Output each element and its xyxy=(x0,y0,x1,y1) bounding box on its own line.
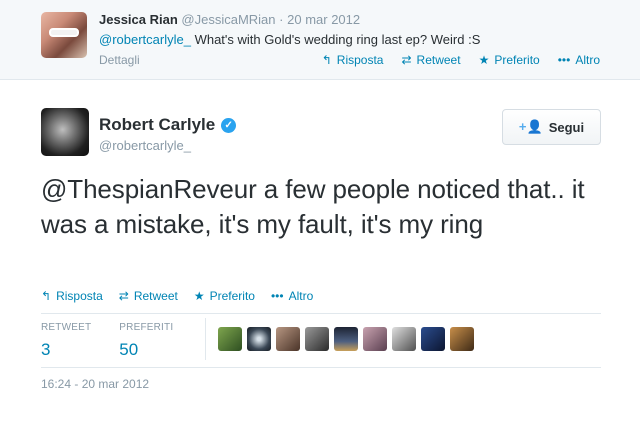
add-user-icon: +👤 xyxy=(518,119,543,134)
reply-button[interactable]: ↰ Risposta xyxy=(322,53,384,67)
divider xyxy=(41,313,601,314)
tweet-timestamp[interactable]: 16:24 - 20 mar 2012 xyxy=(41,377,149,391)
more-label: Altro xyxy=(288,289,314,303)
follow-button[interactable]: +👤 Segui xyxy=(502,109,601,145)
more-icon: ••• xyxy=(557,53,571,67)
favoriter-avatar[interactable] xyxy=(247,327,271,351)
avatar[interactable] xyxy=(41,12,87,58)
reply-date[interactable]: 20 mar 2012 xyxy=(287,12,360,27)
retweet-button[interactable]: ⇄ Retweet xyxy=(119,289,178,303)
retweet-icon: ⇄ xyxy=(401,53,412,67)
reply-icon: ↰ xyxy=(321,53,332,67)
main-author-handle[interactable]: @robertcarlyle_ xyxy=(99,138,191,153)
reply-author-handle[interactable]: @JessicaMRian xyxy=(181,12,275,27)
favoriter-avatar[interactable] xyxy=(334,327,358,351)
favoriter-avatar[interactable] xyxy=(276,327,300,351)
retweet-stat[interactable]: RETWEET 3 xyxy=(41,322,91,360)
favoriter-avatars xyxy=(218,327,474,351)
verified-badge-icon: ✓ xyxy=(221,117,237,133)
main-author-row: Robert Carlyle ✓ xyxy=(99,115,237,135)
reply-label: Risposta xyxy=(56,289,103,303)
favoriter-avatar[interactable] xyxy=(421,327,445,351)
favorite-button[interactable]: ★ Preferito xyxy=(194,289,255,303)
favorite-button[interactable]: ★ Preferito xyxy=(479,53,540,67)
reply-tweet: Jessica Rian @JessicaMRian · 20 mar 2012… xyxy=(0,0,640,80)
retweet-stat-label: RETWEET xyxy=(41,322,92,333)
favorites-count: 50 xyxy=(119,340,139,359)
sunglasses-graphic xyxy=(49,28,79,37)
divider xyxy=(205,318,206,360)
favoriter-avatar[interactable] xyxy=(218,327,242,351)
reply-author-name[interactable]: Jessica Rian xyxy=(99,12,178,27)
tweet-stats: RETWEET 3 PREFERITI 50 xyxy=(41,322,173,360)
favoriter-avatar[interactable] xyxy=(305,327,329,351)
avatar[interactable] xyxy=(41,108,89,156)
reply-tweet-text: @robertcarlyle_ What's with Gold's weddi… xyxy=(99,32,480,47)
main-author-name[interactable]: Robert Carlyle xyxy=(99,115,215,135)
more-button[interactable]: ••• Altro xyxy=(271,289,313,303)
tweet-text: @ThespianReveur a few people noticed tha… xyxy=(41,174,585,239)
divider xyxy=(41,367,601,368)
separator-dot: · xyxy=(279,12,284,27)
retweet-label: Retweet xyxy=(416,53,461,67)
reply-icon: ↰ xyxy=(41,289,52,303)
favorite-label: Preferito xyxy=(209,289,255,303)
more-label: Altro xyxy=(575,53,600,67)
reply-button[interactable]: ↰ Risposta xyxy=(41,289,103,303)
retweet-icon: ⇄ xyxy=(118,289,129,303)
more-button[interactable]: ••• Altro xyxy=(558,53,600,67)
main-action-bar: ↰ Risposta ⇄ Retweet ★ Preferito ••• Alt… xyxy=(41,289,313,303)
favorites-stat-label: PREFERITI xyxy=(119,322,174,333)
retweet-label: Retweet xyxy=(133,289,178,303)
favoriter-avatar[interactable] xyxy=(392,327,416,351)
favorite-label: Preferito xyxy=(494,53,540,67)
star-icon: ★ xyxy=(478,53,490,67)
reply-label: Risposta xyxy=(336,53,384,67)
star-icon: ★ xyxy=(193,289,205,303)
more-icon: ••• xyxy=(270,289,284,303)
favoriter-avatar[interactable] xyxy=(450,327,474,351)
retweet-button[interactable]: ⇄ Retweet xyxy=(401,53,460,67)
retweet-count: 3 xyxy=(41,340,51,359)
mention-link[interactable]: @robertcarlyle_ xyxy=(99,32,191,47)
follow-label: Segui xyxy=(548,119,585,135)
reply-header: Jessica Rian @JessicaMRian · 20 mar 2012 xyxy=(99,12,360,27)
reply-action-bar: ↰ Risposta ⇄ Retweet ★ Preferito ••• Alt… xyxy=(322,53,600,67)
details-link[interactable]: Dettagli xyxy=(99,53,140,67)
favoriter-avatar[interactable] xyxy=(363,327,387,351)
favorites-stat[interactable]: PREFERITI 50 xyxy=(119,322,173,360)
reply-body-text: What's with Gold's wedding ring last ep?… xyxy=(190,32,481,47)
